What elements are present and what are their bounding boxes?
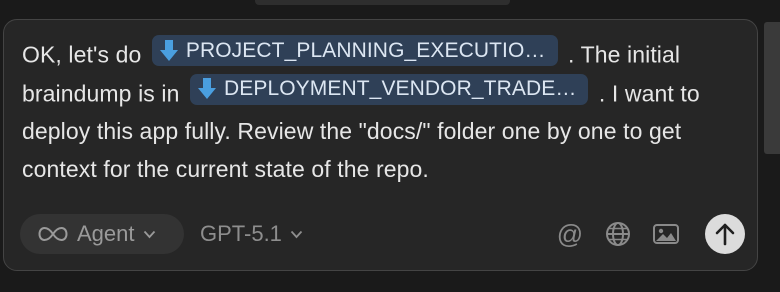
web-search-button[interactable]	[602, 218, 634, 250]
arrow-up-icon	[715, 223, 735, 246]
file-mention-pill-1[interactable]: PROJECT_PLANNING_EXECUTIO…	[151, 35, 558, 66]
globe-icon	[606, 222, 630, 246]
file-mention-label-1: PROJECT_PLANNING_EXECUTIO…	[185, 38, 546, 62]
model-selector-button[interactable]: GPT-5.1	[200, 214, 303, 254]
at-icon: @	[556, 219, 584, 249]
chevron-down-icon	[290, 230, 303, 238]
model-label: GPT-5.1	[200, 221, 282, 246]
mode-selector-button[interactable]: Agent	[20, 214, 184, 254]
attach-image-button[interactable]	[650, 218, 682, 250]
prompt-text-1: OK, let's do	[22, 41, 148, 68]
chat-composer[interactable]: OK, let's do PROJECT_PLANNING_EXECUTIO… …	[3, 19, 758, 271]
mode-label: Agent	[77, 221, 135, 246]
file-mention-pill-2[interactable]: DEPLOYMENT_VENDOR_TRADE…	[189, 73, 589, 105]
image-icon	[653, 224, 679, 244]
file-mention-label-2: DEPLOYMENT_VENDOR_TRADE…	[223, 77, 577, 100]
mention-button[interactable]: @	[554, 218, 586, 250]
download-arrow-icon	[159, 39, 178, 61]
composer-footer: Agent GPT-5.1 @	[20, 214, 745, 254]
top-tab-edge	[255, 0, 510, 5]
scrollbar-thumb[interactable]	[764, 22, 780, 154]
prompt-input[interactable]: OK, let's do PROJECT_PLANNING_EXECUTIO… …	[22, 35, 747, 188]
chevron-down-icon	[143, 230, 155, 238]
download-arrow-icon	[197, 78, 216, 99]
send-button[interactable]	[705, 214, 745, 254]
infinity-icon	[38, 226, 68, 242]
